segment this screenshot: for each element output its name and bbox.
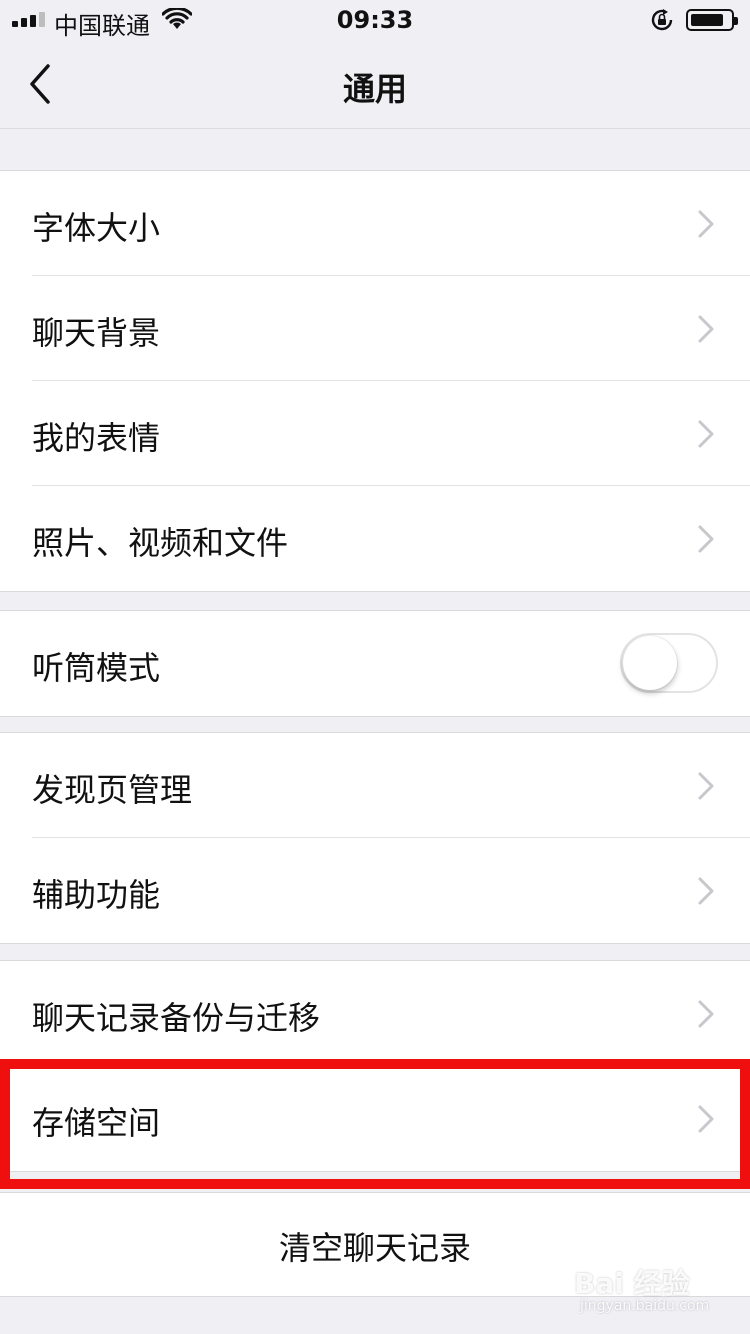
row-label: 辅助功能 [32,876,161,914]
settings-group-storage: 聊天记录备份与迁移 存储空间 [0,960,750,1172]
settings-row-accessibility[interactable]: 辅助功能 [0,838,750,943]
settings-row-chat-backup-migration[interactable]: 聊天记录备份与迁移 [0,961,750,1066]
earpiece-mode-toggle[interactable] [620,633,718,693]
row-label: 聊天记录备份与迁移 [32,999,321,1037]
chevron-right-icon [698,315,714,343]
settings-row-earpiece-mode: 听筒模式 [0,611,750,716]
chevron-right-icon [698,1000,714,1028]
settings-group-discover: 发现页管理 辅助功能 [0,732,750,944]
settings-row-font-size[interactable]: 字体大小 [0,171,750,276]
settings-row-my-stickers[interactable]: 我的表情 [0,381,750,486]
battery-fill [691,14,723,26]
navigation-bar: 通用 [0,40,750,129]
settings-row-discover-management[interactable]: 发现页管理 [0,733,750,838]
row-label: 听筒模式 [32,649,161,687]
chevron-right-icon [698,1105,714,1133]
row-label: 发现页管理 [32,771,193,809]
status-time: 09:33 [336,6,414,34]
page-title: 通用 [342,70,407,108]
chevron-right-icon [698,772,714,800]
row-label: 我的表情 [32,419,161,457]
settings-group-earpiece: 听筒模式 [0,610,750,717]
row-label: 照片、视频和文件 [32,524,289,562]
row-label: 存储空间 [32,1104,161,1142]
toggle-knob [623,636,677,690]
status-bar: 中国联通 09:33 [0,0,750,40]
row-label: 聊天背景 [32,314,161,352]
chevron-right-icon [698,877,714,905]
settings-group-display: 字体大小 聊天背景 我的表情 照片、视频和文件 [0,170,750,592]
settings-row-chat-background[interactable]: 聊天背景 [0,276,750,381]
baidu-watermark-logo: Bai 经验 [574,1267,690,1300]
chevron-right-icon [698,525,714,553]
chevron-right-icon [698,420,714,448]
baidu-watermark-url: jingyan.baidu.com [580,1298,710,1314]
battery-icon [686,9,738,31]
settings-row-photos-videos-files[interactable]: 照片、视频和文件 [0,486,750,591]
chevron-right-icon [698,210,714,238]
rotation-lock-icon [651,9,673,31]
settings-row-storage-space[interactable]: 存储空间 [0,1066,750,1171]
row-label: 字体大小 [32,209,161,247]
